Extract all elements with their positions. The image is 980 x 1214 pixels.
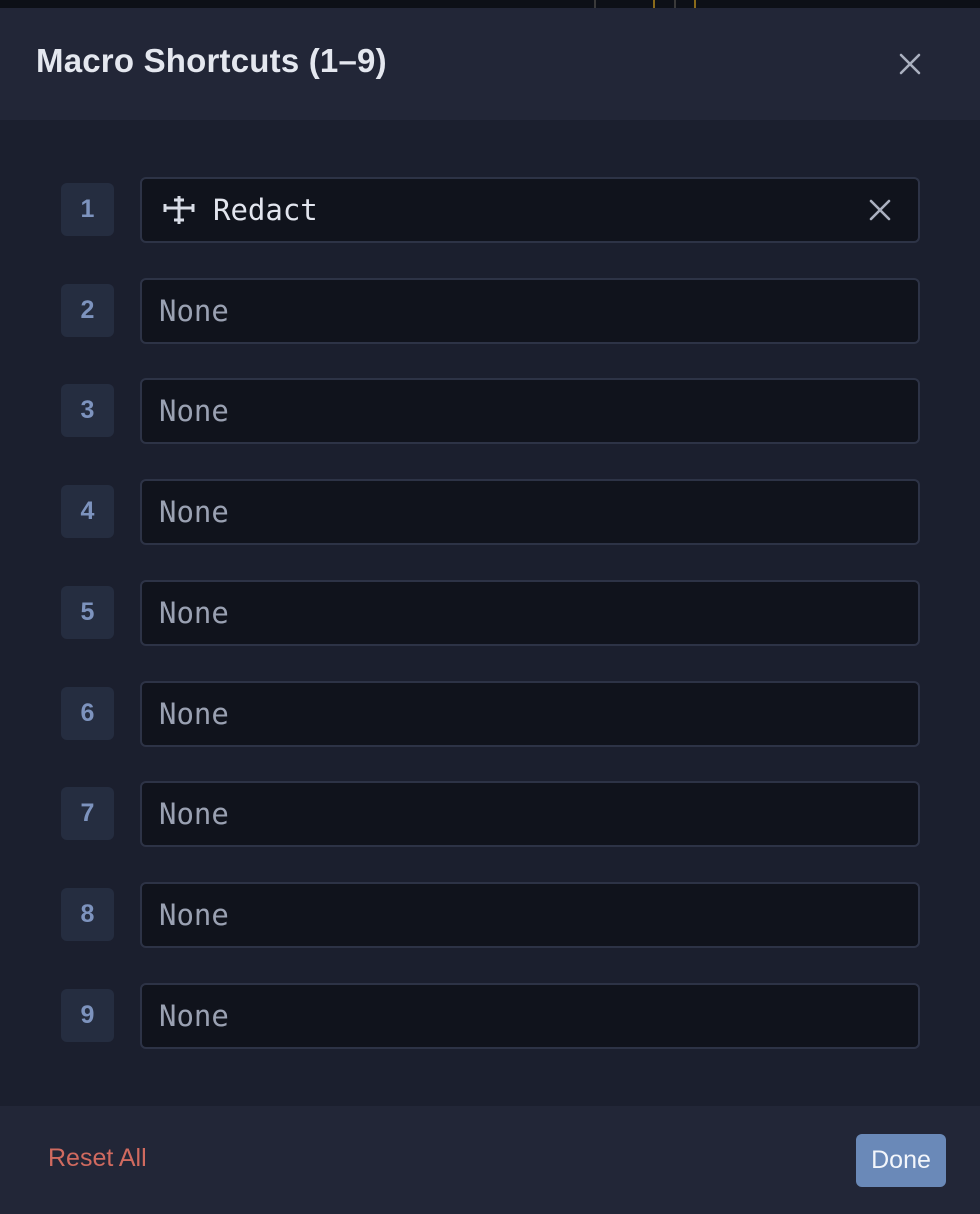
dialog-title: Macro Shortcuts (1–9) (36, 42, 387, 79)
shortcut-row-5: 5 None (0, 580, 980, 646)
slot-macro-label: None (159, 898, 229, 932)
shortcut-row-9: 9 None (0, 983, 980, 1049)
slot-number-badge: 7 (61, 787, 114, 840)
close-icon (869, 199, 891, 221)
background-divider (694, 0, 696, 8)
slot-macro-label: None (159, 596, 229, 630)
shortcut-slot-5[interactable]: None (140, 580, 920, 646)
clear-slot-button[interactable] (864, 194, 896, 226)
slot-macro-label: None (159, 394, 229, 428)
slot-macro-label: None (159, 999, 229, 1033)
shortcut-slot-8[interactable]: None (140, 882, 920, 948)
close-icon (899, 53, 921, 75)
shortcut-row-7: 7 None (0, 781, 980, 847)
slot-number-badge: 5 (61, 586, 114, 639)
slot-macro-label: None (159, 495, 229, 529)
shortcut-row-6: 6 None (0, 681, 980, 747)
dialog-header: Macro Shortcuts (1–9) (0, 8, 980, 120)
done-button[interactable]: Done (856, 1134, 946, 1187)
reset-all-button[interactable]: Reset All (48, 1144, 147, 1173)
macro-shortcuts-dialog: Macro Shortcuts (1–9) 1 Redact 2 None 3 … (0, 8, 980, 1214)
slot-number-badge: 3 (61, 384, 114, 437)
background-divider (653, 0, 655, 8)
shortcut-row-8: 8 None (0, 882, 980, 948)
shortcut-slot-7[interactable]: None (140, 781, 920, 847)
slot-number-badge: 2 (61, 284, 114, 337)
slot-macro-label: None (159, 797, 229, 831)
background-divider (674, 0, 676, 8)
slot-macro-label: None (159, 294, 229, 328)
move-crosshair-icon (163, 196, 195, 224)
shortcut-row-1: 1 Redact (0, 177, 980, 243)
shortcut-slot-2[interactable]: None (140, 278, 920, 344)
slot-number-badge: 9 (61, 989, 114, 1042)
slot-number-badge: 4 (61, 485, 114, 538)
slot-macro-label: Redact (213, 193, 318, 227)
shortcut-slot-9[interactable]: None (140, 983, 920, 1049)
shortcut-row-3: 3 None (0, 378, 980, 444)
shortcut-slot-6[interactable]: None (140, 681, 920, 747)
background-app-strip (0, 0, 980, 8)
slot-macro-label: None (159, 697, 229, 731)
background-divider (594, 0, 596, 8)
slot-number-badge: 1 (61, 183, 114, 236)
dialog-footer: Reset All Done (0, 1106, 980, 1214)
shortcut-slot-1[interactable]: Redact (140, 177, 920, 243)
shortcut-slot-4[interactable]: None (140, 479, 920, 545)
shortcut-row-4: 4 None (0, 479, 980, 545)
shortcut-slot-3[interactable]: None (140, 378, 920, 444)
shortcut-slot-list: 1 Redact 2 None 3 None 4 None 5 None 6 N… (0, 120, 980, 1106)
shortcut-row-2: 2 None (0, 278, 980, 344)
slot-number-badge: 6 (61, 687, 114, 740)
close-dialog-button[interactable] (891, 45, 929, 83)
slot-number-badge: 8 (61, 888, 114, 941)
